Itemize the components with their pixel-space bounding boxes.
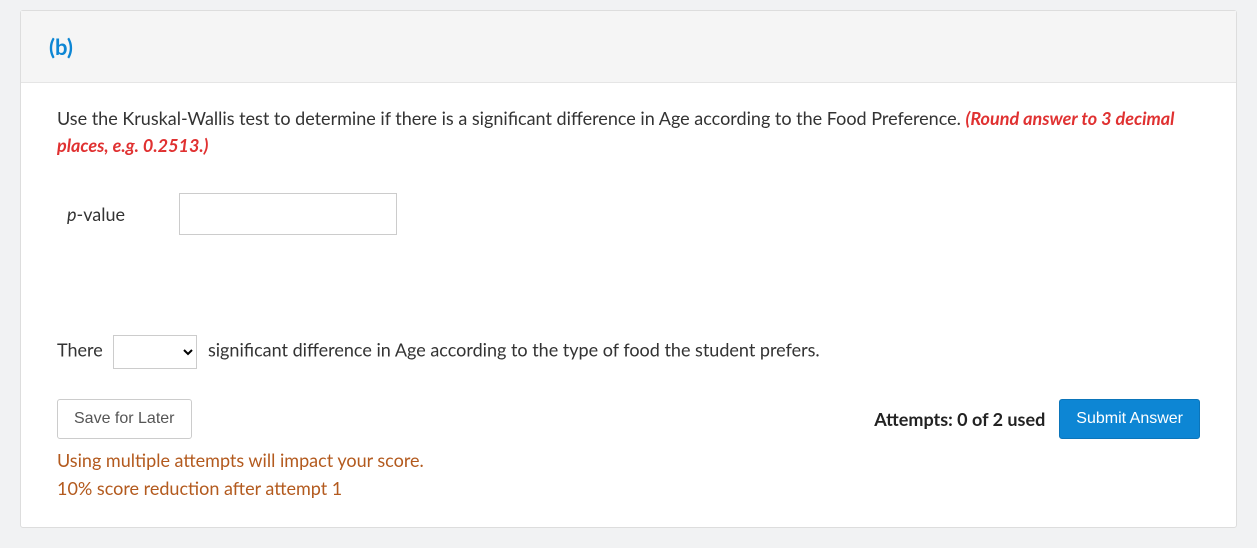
impact-line-2: 10% score reduction after attempt 1 bbox=[57, 475, 1200, 503]
impact-line-1: Using multiple attempts will impact your… bbox=[57, 447, 1200, 475]
panel-body: Use the Kruskal-Wallis test to determine… bbox=[21, 83, 1236, 527]
question-main: Use the Kruskal-Wallis test to determine… bbox=[57, 107, 966, 129]
footer-row: Save for Later Attempts: 0 of 2 used Sub… bbox=[57, 399, 1200, 439]
pvalue-label: p-value bbox=[67, 203, 125, 225]
sentence-before: There bbox=[57, 339, 103, 361]
pvalue-input[interactable] bbox=[179, 193, 397, 235]
save-for-later-button[interactable]: Save for Later bbox=[57, 399, 192, 439]
pvalue-p: p bbox=[67, 203, 77, 225]
question-panel: (b) Use the Kruskal-Wallis test to deter… bbox=[20, 10, 1237, 528]
submit-answer-button[interactable]: Submit Answer bbox=[1059, 399, 1200, 439]
question-text: Use the Kruskal-Wallis test to determine… bbox=[57, 105, 1200, 159]
pvalue-suffix: -value bbox=[77, 203, 126, 225]
significance-select[interactable] bbox=[113, 335, 197, 369]
panel-header: (b) bbox=[21, 11, 1236, 83]
part-label: (b) bbox=[49, 33, 73, 60]
sentence-after: significant difference in Age according … bbox=[208, 339, 820, 361]
impact-note: Using multiple attempts will impact your… bbox=[57, 447, 1200, 503]
conclusion-sentence: There significant difference in Age acco… bbox=[57, 335, 1200, 369]
footer-right: Attempts: 0 of 2 used Submit Answer bbox=[874, 399, 1200, 439]
pvalue-row: p-value bbox=[57, 193, 1200, 235]
attempts-text: Attempts: 0 of 2 used bbox=[874, 408, 1045, 430]
